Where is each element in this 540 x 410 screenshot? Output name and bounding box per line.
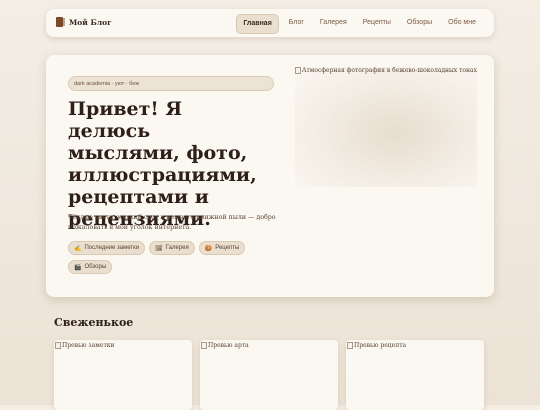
card-recipe-preview[interactable]: Превью рецепта [346,340,484,410]
hero-card: dark academia · уют · беж Привет! Я делю… [46,55,494,297]
top-navbar: Мой Блог Главная Блог Галерея Рецепты Об… [46,9,494,37]
nav-item-home[interactable]: Главная [236,14,279,34]
chip-label: Рецепты [215,245,240,251]
hero-links: ✍ Последние заметки 🖼 Галерея 🍪 Рецепты … [68,241,268,274]
chip-latest-notes[interactable]: ✍ Последние заметки [68,241,146,255]
nav-item-about[interactable]: Обо мне [442,14,482,34]
book-icon [56,17,65,27]
nav-item-gallery[interactable]: Галерея [314,14,353,34]
card-image-alt: Превью арта [201,342,249,349]
chip-reviews[interactable]: 🎬 Обзоры [68,260,113,274]
writing-hand-icon: ✍ [74,245,82,252]
clapperboard-icon: 🎬 [74,264,82,271]
card-image-alt-text: Превью заметки [62,342,115,349]
hero-tagline: dark academia · уют · беж [68,76,274,91]
picture-icon: 🖼 [155,245,163,252]
broken-image-icon [295,67,301,74]
card-image-alt: Превью рецепта [347,342,406,349]
broken-image-icon [347,342,353,349]
hero-image: Атмосферная фотография в бежево-шоколадн… [295,67,477,187]
card-image-alt: Превью заметки [55,342,115,349]
chip-recipes[interactable]: 🍪 Рецепты [198,241,246,255]
chip-label: Последние заметки [84,245,140,251]
nav-item-recipes[interactable]: Рецепты [357,14,397,34]
chip-gallery[interactable]: 🖼 Галерея [149,241,195,255]
hero-image-alt: Атмосферная фотография в бежево-шоколадн… [295,67,477,74]
chip-label: Галерея [165,245,189,251]
broken-image-icon [55,342,61,349]
site-title: Мой Блог [69,17,112,27]
cookie-icon: 🍪 [204,245,213,252]
nav-menu: Главная Блог Галерея Рецепты Обзоры Обо … [236,14,482,34]
card-art-preview[interactable]: Превью арта [200,340,338,410]
nav-item-blog[interactable]: Блог [283,14,310,34]
hero-description: Тёплые цвета, мягкий свет и немного книж… [68,214,276,231]
nav-item-reviews[interactable]: Обзоры [401,14,438,34]
chip-label: Обзоры [84,264,107,270]
card-image-alt-text: Превью рецепта [354,342,407,349]
card-image-alt-text: Превью арта [208,342,249,349]
hero-title: Привет! Я делюсь мыслями, фото, иллюстра… [68,98,257,230]
site-logo[interactable]: Мой Блог [56,17,112,27]
fresh-section-title: Свеженькое [54,316,134,329]
card-note-preview[interactable]: Превью заметки [54,340,192,410]
hero-image-alt-text: Атмосферная фотография в бежево-шоколадн… [301,67,477,74]
broken-image-icon [201,342,207,349]
